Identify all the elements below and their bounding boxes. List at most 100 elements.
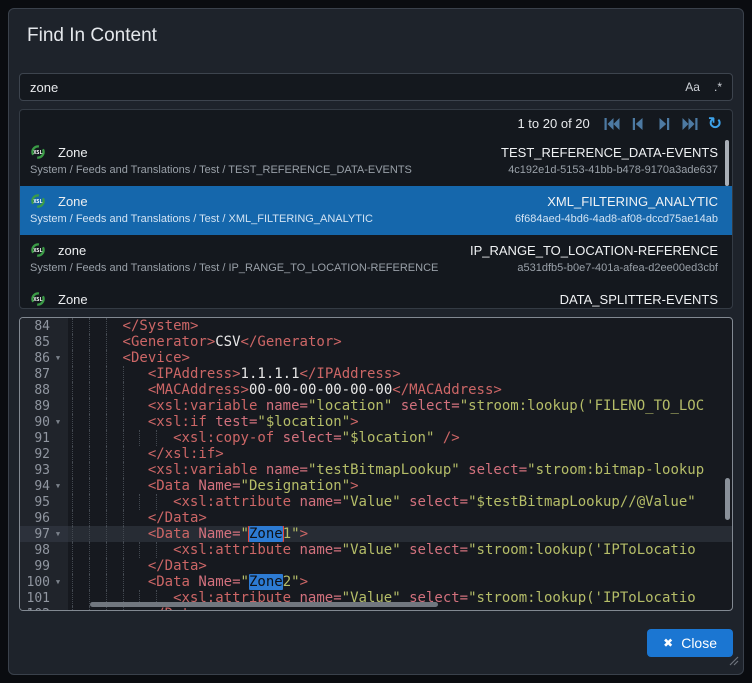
close-button[interactable]: ✖ Close	[647, 629, 733, 657]
code-line[interactable]: 98<xsl:attribute name="Value" select="st…	[20, 542, 732, 558]
indent-guide	[123, 558, 140, 574]
indent-guide	[72, 574, 89, 590]
indent-guide	[89, 478, 106, 494]
first-page-icon[interactable]	[604, 117, 620, 131]
code-token: select=	[283, 430, 342, 446]
gutter-cell: 84	[20, 318, 68, 334]
code-line[interactable]: 86▼<Device>	[20, 350, 732, 366]
search-input[interactable]	[30, 80, 671, 95]
pagination-bar: 1 to 20 of 20 ↻	[20, 110, 732, 137]
gutter-cell: 89	[20, 398, 68, 414]
indent-guide	[72, 462, 89, 478]
code-line[interactable]: 97▼ <Data Name="Zone1">	[20, 526, 732, 542]
fold-arrow-icon[interactable]: ▼	[50, 530, 66, 538]
indent-guide	[72, 590, 89, 606]
code-token	[460, 462, 468, 478]
indent-guide	[123, 414, 140, 430]
line-number: 90	[20, 415, 50, 430]
previous-page-icon[interactable]	[630, 117, 646, 131]
indent-guide	[89, 510, 106, 526]
code-token: Name=	[198, 574, 240, 590]
indent-guide	[89, 430, 106, 446]
gutter-cell: 91	[20, 430, 68, 446]
results-scrollbar[interactable]	[725, 140, 729, 186]
indent-guide	[89, 494, 106, 510]
xslt-icon: XSL	[30, 193, 46, 209]
line-number: 85	[20, 335, 50, 350]
result-item[interactable]: XSLZoneXML_FILTERING_ANALYTICSystem / Fe…	[20, 186, 732, 235]
indent-guide	[123, 542, 140, 558]
gutter-cell: 102	[20, 606, 68, 611]
gutter-cell: 101	[20, 590, 68, 606]
code-token: name=	[300, 542, 342, 558]
code-line[interactable]: 89 <xsl:variable name="location" select=…	[20, 398, 732, 414]
code-line[interactable]: 87 <IPAddress>1.1.1.1</IPAddress>	[20, 366, 732, 382]
indent-guide	[72, 542, 89, 558]
indent-guide	[106, 526, 123, 542]
indent-guide	[72, 494, 89, 510]
xslt-icon: XSL	[30, 144, 46, 160]
gutter-cell: 96	[20, 510, 68, 526]
indent-guide	[123, 510, 140, 526]
result-item[interactable]: XSLzoneIP_RANGE_TO_LOCATION-REFERENCESys…	[20, 235, 732, 284]
result-item[interactable]: XSLZoneTEST_REFERENCE_DATA-EVENTSSystem …	[20, 137, 732, 186]
vertical-scrollbar[interactable]	[725, 478, 730, 520]
next-page-icon[interactable]	[656, 117, 672, 131]
indent-guide	[106, 510, 123, 526]
code-line[interactable]: 100▼ <Data Name="Zone2">	[20, 574, 732, 590]
code-line[interactable]: 91<xsl:copy-of select="$location" />	[20, 430, 732, 446]
indent-space	[139, 382, 147, 398]
indent-guide	[123, 446, 140, 462]
indent-guide	[139, 430, 156, 446]
code-token: "	[241, 574, 249, 590]
indent-guide	[139, 542, 156, 558]
code-token: <xsl:attribute	[173, 494, 299, 510]
code-line[interactable]: 85<Generator>CSV</Generator>	[20, 334, 732, 350]
code-token: "$testBitmapLookup//@Value"	[468, 494, 696, 510]
code-token: 2"	[283, 574, 300, 590]
xslt-icon: XSL	[30, 291, 46, 307]
code-line[interactable]: 88 <MACAddress>00-00-00-00-00-00</MACAdd…	[20, 382, 732, 398]
fold-arrow-icon[interactable]: ▼	[50, 418, 66, 426]
indent-guide	[89, 414, 106, 430]
result-item[interactable]: XSLZoneDATA_SPLITTER-EVENTS	[20, 284, 732, 309]
code-token: <xsl:if	[148, 414, 215, 430]
indent-space	[139, 574, 147, 590]
code-line[interactable]: 84</System>	[20, 318, 732, 334]
result-item-main-line: XSLZoneDATA_SPLITTER-EVENTS	[30, 291, 718, 307]
code-line[interactable]: 96 </Data>	[20, 510, 732, 526]
indent-guide	[72, 382, 89, 398]
horizontal-scrollbar[interactable]	[90, 602, 438, 607]
code-editor[interactable]: 84</System>85<Generator>CSV</Generator>8…	[19, 317, 733, 611]
gutter-cell: 99	[20, 558, 68, 574]
gutter-cell: 88	[20, 382, 68, 398]
code-text: <xsl:if test="$location">	[68, 414, 732, 430]
last-page-icon[interactable]	[682, 117, 698, 131]
code-line[interactable]: 95<xsl:attribute name="Value" select="$t…	[20, 494, 732, 510]
refresh-icon[interactable]: ↻	[708, 117, 722, 131]
code-line[interactable]: 94▼ <Data Name="Designation">	[20, 478, 732, 494]
search-box: Aa .*	[19, 73, 733, 101]
code-line[interactable]: 92 </xsl:if>	[20, 446, 732, 462]
fold-arrow-icon[interactable]: ▼	[50, 354, 66, 362]
code-line[interactable]: 93 <xsl:variable name="testBitmapLookup"…	[20, 462, 732, 478]
code-lines: 84</System>85<Generator>CSV</Generator>8…	[20, 318, 732, 611]
code-line[interactable]: 90▼ <xsl:if test="$location">	[20, 414, 732, 430]
resize-handle-icon[interactable]	[727, 653, 739, 671]
code-text: <xsl:variable name="testBitmapLookup" se…	[68, 462, 732, 478]
gutter-cell: 90▼	[20, 414, 68, 430]
code-token: select=	[401, 398, 460, 414]
code-token: <MACAddress>	[148, 382, 249, 398]
xslt-icon: XSL	[30, 242, 46, 258]
fold-arrow-icon[interactable]: ▼	[50, 482, 66, 490]
code-token: <Data	[148, 574, 199, 590]
code-line[interactable]: 99 </Data>	[20, 558, 732, 574]
fold-arrow-icon[interactable]: ▼	[50, 578, 66, 586]
indent-guide	[139, 494, 156, 510]
code-token: <xsl:variable	[148, 462, 266, 478]
result-item-sub-line: System / Feeds and Translations / Test /…	[30, 164, 718, 176]
line-number: 87	[20, 367, 50, 382]
match-case-icon[interactable]: Aa	[685, 81, 700, 93]
line-number: 102	[20, 607, 50, 612]
regex-icon[interactable]: .*	[714, 81, 722, 93]
